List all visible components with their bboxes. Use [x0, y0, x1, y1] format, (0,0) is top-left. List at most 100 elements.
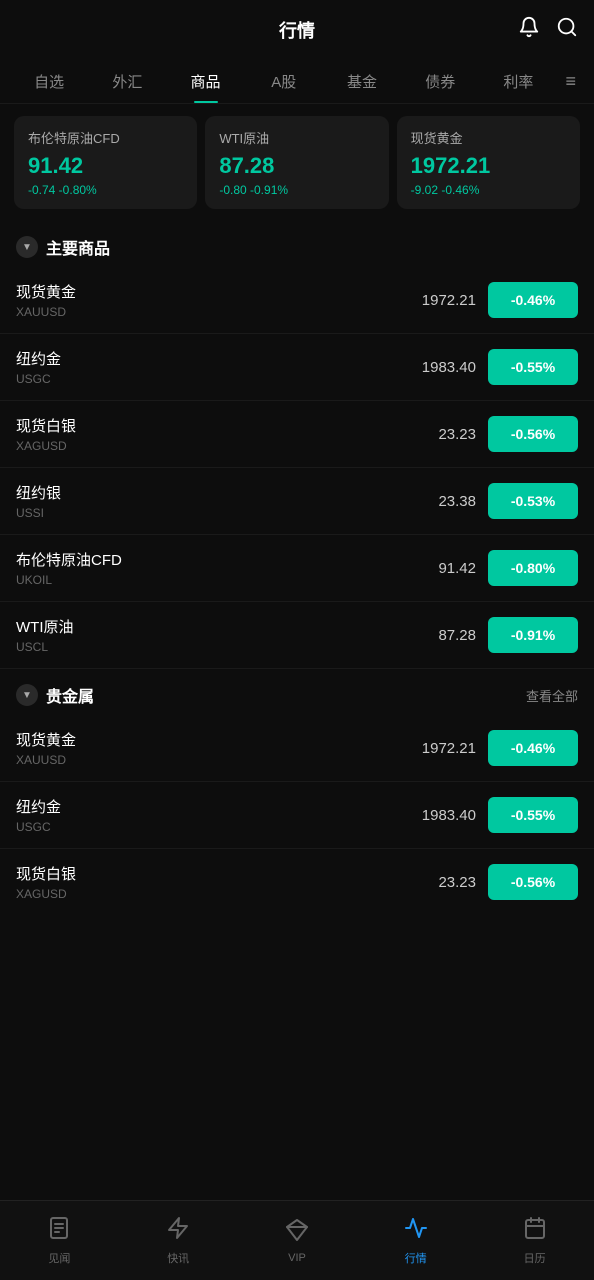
tab-shangpin[interactable]: 商品: [166, 61, 244, 102]
tab-jijin[interactable]: 基金: [323, 61, 401, 102]
item-badge: -0.80%: [488, 550, 578, 586]
ticker-card-gold-change: -9.02 -0.46%: [411, 183, 566, 197]
ticker-card-gold-name: 现货黄金: [411, 128, 566, 147]
list-item[interactable]: 现货黄金 XAUUSD 1972.21 -0.46%: [0, 715, 594, 782]
item-info: 纽约银 USSI: [16, 482, 246, 520]
item-badge: -0.56%: [488, 416, 578, 452]
main-section-toggle[interactable]: ▼: [16, 236, 38, 258]
bottom-nav-kuaixun-label: 快讯: [167, 1250, 189, 1266]
doc-icon: [47, 1216, 71, 1246]
item-price: 91.42: [246, 560, 488, 577]
item-info: 现货白银 XAGUSD: [16, 863, 246, 901]
nav-tabs: 自选 外汇 商品 A股 基金 债券 利率 ≡: [0, 60, 594, 104]
precious-section-toggle[interactable]: ▼: [16, 684, 38, 706]
header-icons: [518, 16, 578, 44]
precious-section-header: ▼ 贵金属 查看全部: [0, 669, 594, 715]
ticker-card-brent-price: 91.42: [28, 153, 183, 179]
calendar-icon: [523, 1216, 547, 1246]
item-info: 布伦特原油CFD UKOIL: [16, 549, 246, 587]
item-info: 纽约金 USGC: [16, 796, 246, 834]
list-item[interactable]: 纽约金 USGC 1983.40 -0.55%: [0, 334, 594, 401]
ticker-card-brent-change: -0.74 -0.80%: [28, 183, 183, 197]
ticker-card-wti-price: 87.28: [219, 153, 374, 179]
precious-items-list: 现货黄金 XAUUSD 1972.21 -0.46% 纽约金 USGC 1983…: [0, 715, 594, 915]
item-badge: -0.91%: [488, 617, 578, 653]
ticker-card-gold-price: 1972.21: [411, 153, 566, 179]
item-name: 现货黄金: [16, 729, 246, 750]
list-item[interactable]: 纽约金 USGC 1983.40 -0.55%: [0, 782, 594, 849]
tab-waihui[interactable]: 外汇: [88, 61, 166, 102]
bottom-nav: 见闻 快讯 VIP 行情: [0, 1200, 594, 1280]
ticker-card-brent[interactable]: 布伦特原油CFD 91.42 -0.74 -0.80%: [14, 116, 197, 209]
ticker-cards: 布伦特原油CFD 91.42 -0.74 -0.80% WTI原油 87.28 …: [0, 104, 594, 221]
ticker-card-gold[interactable]: 现货黄金 1972.21 -9.02 -0.46%: [397, 116, 580, 209]
bell-icon[interactable]: [518, 16, 540, 44]
precious-section-title-group: ▼ 贵金属: [16, 683, 94, 707]
item-badge: -0.46%: [488, 282, 578, 318]
item-info: 现货白银 XAGUSD: [16, 415, 246, 453]
ticker-card-brent-name: 布伦特原油CFD: [28, 128, 183, 147]
item-badge: -0.55%: [488, 349, 578, 385]
bottom-nav-hangqing-label: 行情: [405, 1250, 427, 1266]
item-price: 1972.21: [246, 292, 488, 309]
tab-zixuan[interactable]: 自选: [10, 61, 88, 102]
bolt-icon: [166, 1216, 190, 1246]
item-sub: USCL: [16, 640, 246, 654]
bottom-nav-hangqing[interactable]: 行情: [356, 1216, 475, 1266]
item-name: 现货白银: [16, 863, 246, 884]
item-sub: XAGUSD: [16, 887, 246, 901]
precious-view-all-link[interactable]: 查看全部: [526, 686, 578, 705]
ticker-card-wti-name: WTI原油: [219, 128, 374, 147]
bottom-nav-vip[interactable]: VIP: [238, 1218, 357, 1264]
item-name: 纽约金: [16, 348, 246, 369]
list-item[interactable]: 纽约银 USSI 23.38 -0.53%: [0, 468, 594, 535]
item-name: WTI原油: [16, 616, 246, 637]
item-badge: -0.46%: [488, 730, 578, 766]
item-badge: -0.53%: [488, 483, 578, 519]
item-info: 纽约金 USGC: [16, 348, 246, 386]
ticker-card-wti-change: -0.80 -0.91%: [219, 183, 374, 197]
item-price: 1983.40: [246, 807, 488, 824]
more-menu-button[interactable]: ≡: [558, 61, 585, 102]
item-name: 现货白银: [16, 415, 246, 436]
item-sub: XAUUSD: [16, 753, 246, 767]
item-sub: UKOIL: [16, 573, 246, 587]
bottom-nav-jianwen-label: 见闻: [48, 1250, 70, 1266]
list-item[interactable]: 布伦特原油CFD UKOIL 91.42 -0.80%: [0, 535, 594, 602]
item-price: 87.28: [246, 627, 488, 644]
precious-section-title: 贵金属: [46, 683, 94, 707]
ticker-card-wti[interactable]: WTI原油 87.28 -0.80 -0.91%: [205, 116, 388, 209]
bottom-nav-rili-label: 日历: [524, 1250, 546, 1266]
item-info: 现货黄金 XAUUSD: [16, 281, 246, 319]
tab-lilv[interactable]: 利率: [479, 61, 557, 102]
item-name: 现货黄金: [16, 281, 246, 302]
list-item[interactable]: 现货黄金 XAUUSD 1972.21 -0.46%: [0, 267, 594, 334]
item-sub: USSI: [16, 506, 246, 520]
item-sub: XAUUSD: [16, 305, 246, 319]
item-badge: -0.55%: [488, 797, 578, 833]
item-price: 1983.40: [246, 359, 488, 376]
bottom-nav-kuaixun[interactable]: 快讯: [119, 1216, 238, 1266]
main-items-list: 现货黄金 XAUUSD 1972.21 -0.46% 纽约金 USGC 1983…: [0, 267, 594, 669]
item-price: 23.23: [246, 426, 488, 443]
list-item[interactable]: WTI原油 USCL 87.28 -0.91%: [0, 602, 594, 669]
item-info: WTI原油 USCL: [16, 616, 246, 654]
search-icon[interactable]: [556, 16, 578, 44]
item-name: 布伦特原油CFD: [16, 549, 246, 570]
list-item-partial[interactable]: 现货白银 XAGUSD 23.23 -0.56%: [0, 849, 594, 915]
main-section-header: ▼ 主要商品: [0, 221, 594, 267]
list-item[interactable]: 现货白银 XAGUSD 23.23 -0.56%: [0, 401, 594, 468]
chart-icon: [404, 1216, 428, 1246]
item-sub: USGC: [16, 820, 246, 834]
bottom-nav-jianwen[interactable]: 见闻: [0, 1216, 119, 1266]
tab-zhaiquan[interactable]: 债券: [401, 61, 479, 102]
item-price: 23.38: [246, 493, 488, 510]
main-section-title-group: ▼ 主要商品: [16, 235, 110, 259]
header: 行情: [0, 0, 594, 60]
bottom-nav-rili[interactable]: 日历: [475, 1216, 594, 1266]
tab-agu[interactable]: A股: [245, 61, 323, 102]
diamond-icon: [285, 1218, 309, 1248]
page-title: 行情: [279, 17, 315, 43]
item-sub: USGC: [16, 372, 246, 386]
item-name: 纽约银: [16, 482, 246, 503]
